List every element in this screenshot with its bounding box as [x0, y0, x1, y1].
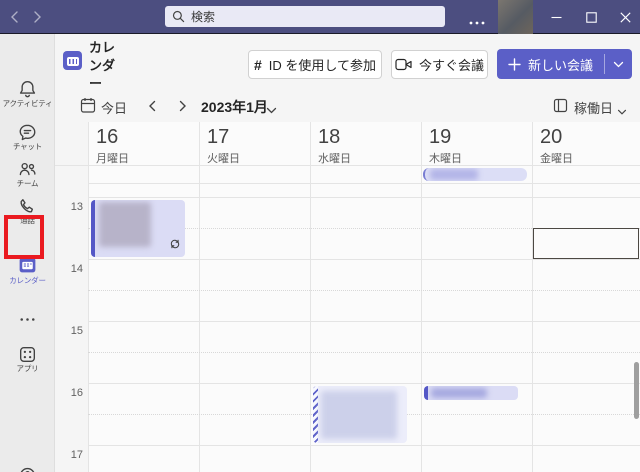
- close-button[interactable]: [615, 8, 635, 26]
- video-camera-icon: [395, 58, 412, 71]
- view-selector[interactable]: 稼働日: [574, 98, 613, 117]
- view-icon: [553, 98, 568, 118]
- grid-hline: [88, 321, 640, 322]
- new-meeting-main[interactable]: 新しい会議: [497, 49, 604, 79]
- join-with-id-button[interactable]: # ID を使用して参加: [248, 50, 382, 79]
- minimize-button[interactable]: [546, 8, 566, 26]
- grid-halfhour-line: [88, 228, 640, 229]
- meet-now-label: 今すぐ会議: [419, 55, 484, 74]
- search-input[interactable]: [165, 6, 445, 27]
- grid-vline: [421, 122, 422, 472]
- view-chevron-down-icon[interactable]: [617, 103, 627, 121]
- grid-vline: [310, 122, 311, 472]
- grid-halfhour-line: [88, 352, 640, 353]
- day-header-thursday[interactable]: 19 木曜日: [429, 126, 529, 166]
- sidebar-item-calendar[interactable]: カレンダー: [0, 276, 55, 286]
- grid-hline: [88, 197, 640, 198]
- period-chevron-down-icon[interactable]: [266, 102, 277, 120]
- new-meeting-label: 新しい会議: [528, 55, 593, 74]
- ellipsis-icon[interactable]: [17, 309, 38, 330]
- day-header-friday[interactable]: 20 金曜日: [540, 126, 640, 166]
- day-header-monday[interactable]: 16 月曜日: [96, 126, 196, 166]
- next-week-icon[interactable]: [176, 99, 189, 118]
- help-icon[interactable]: [17, 465, 38, 472]
- titlebar-more-icon[interactable]: [468, 13, 486, 31]
- sidebar-item-teams[interactable]: チーム: [0, 179, 55, 189]
- hour-label: 17: [55, 449, 83, 461]
- prev-week-icon[interactable]: [146, 99, 159, 118]
- grid-hline: [88, 383, 640, 384]
- sidebar-item-apps[interactable]: アプリ: [0, 364, 55, 374]
- grid-vline: [88, 122, 89, 472]
- page-title: カレンダー: [89, 39, 123, 93]
- calendar-app-icon: [63, 51, 82, 70]
- apps-icon[interactable]: [17, 344, 38, 365]
- nav-back-icon[interactable]: [8, 9, 22, 25]
- plus-icon: [508, 58, 521, 71]
- annotation-highlight-box: [4, 215, 44, 259]
- grid-vline: [199, 122, 200, 472]
- day-header-wednesday[interactable]: 18 水曜日: [318, 126, 418, 166]
- hour-label: 14: [55, 263, 83, 275]
- hour-label: 13: [55, 201, 83, 213]
- phone-icon[interactable]: [17, 196, 38, 217]
- chat-icon[interactable]: [17, 122, 38, 143]
- join-with-id-label: ID を使用して参加: [269, 55, 376, 74]
- title-bar: [0, 0, 640, 34]
- grid-hline: [88, 259, 640, 260]
- new-meeting-dropdown[interactable]: [605, 49, 632, 79]
- hour-label: 15: [55, 325, 83, 337]
- user-avatar[interactable]: [498, 0, 533, 34]
- meet-now-button[interactable]: 今すぐ会議: [391, 50, 488, 79]
- day-header-tuesday[interactable]: 17 火曜日: [207, 126, 307, 166]
- search-icon: [172, 10, 185, 28]
- sidebar-item-activity[interactable]: アクティビティ: [0, 99, 55, 109]
- today-icon: [80, 97, 96, 119]
- nav-forward-icon[interactable]: [30, 9, 44, 25]
- calendar-grid: [88, 122, 640, 472]
- grid-vline: [532, 122, 533, 472]
- grid-halfhour-line: [88, 414, 640, 415]
- hour-label: 16: [55, 387, 83, 399]
- grid-hline: [88, 445, 640, 446]
- vertical-scrollbar-thumb[interactable]: [634, 362, 639, 419]
- people-icon[interactable]: [17, 159, 38, 180]
- period-selector[interactable]: 2023年1月: [201, 97, 268, 117]
- grid-halfhour-line: [88, 290, 640, 291]
- new-meeting-button[interactable]: 新しい会議: [497, 49, 632, 79]
- today-button[interactable]: 今日: [101, 98, 127, 117]
- maximize-button[interactable]: [581, 8, 601, 26]
- grid-hline: [88, 183, 640, 184]
- sidebar-item-chat[interactable]: チャット: [0, 142, 55, 152]
- hash-icon: #: [254, 57, 262, 73]
- bell-icon[interactable]: [17, 79, 38, 100]
- teams-window: アクティビティ チャット チーム 通話 カレンダー アプリ ヘルプ: [0, 0, 640, 472]
